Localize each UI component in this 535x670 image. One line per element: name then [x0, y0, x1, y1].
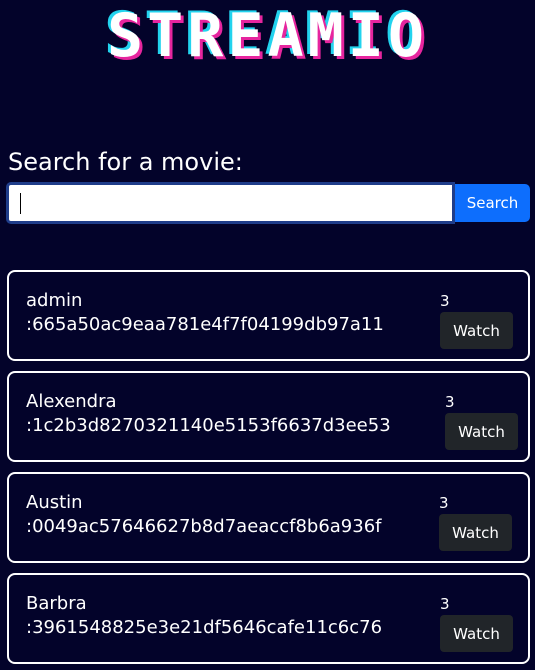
result-actions: 3 Watch — [445, 393, 519, 450]
search-input-wrapper — [6, 182, 455, 224]
result-card: Barbra :3961548825e3e21df5646cafe11c6c76… — [7, 573, 530, 664]
result-card: Alexendra :1c2b3d8270321140e5153f6637d3e… — [7, 371, 530, 462]
result-count: 3 — [440, 292, 450, 310]
search-heading: Search for a movie: — [8, 148, 243, 176]
page: STREAMIO Search for a movie: Search admi… — [0, 0, 535, 670]
site-logo[interactable]: STREAMIO — [0, 4, 535, 68]
result-actions: 3 Watch — [440, 595, 514, 652]
watch-button[interactable]: Watch — [445, 413, 518, 450]
watch-button[interactable]: Watch — [440, 615, 513, 652]
result-actions: 3 Watch — [439, 494, 513, 551]
search-bar: Search — [6, 182, 530, 224]
results-list: admin :665a50ac9eaa781e4f7f04199db97a11 … — [7, 270, 530, 670]
result-count: 3 — [445, 393, 455, 411]
result-actions: 3 Watch — [440, 292, 514, 349]
result-card: admin :665a50ac9eaa781e4f7f04199db97a11 … — [7, 270, 530, 361]
search-button[interactable]: Search — [455, 184, 530, 222]
text-caret — [20, 193, 21, 214]
search-input[interactable] — [6, 182, 455, 224]
result-card: Austin :0049ac57646627b8d7aeaccf8b6a936f… — [7, 472, 530, 563]
result-count: 3 — [440, 595, 450, 613]
result-count: 3 — [439, 494, 449, 512]
watch-button[interactable]: Watch — [439, 514, 512, 551]
watch-button[interactable]: Watch — [440, 312, 513, 349]
